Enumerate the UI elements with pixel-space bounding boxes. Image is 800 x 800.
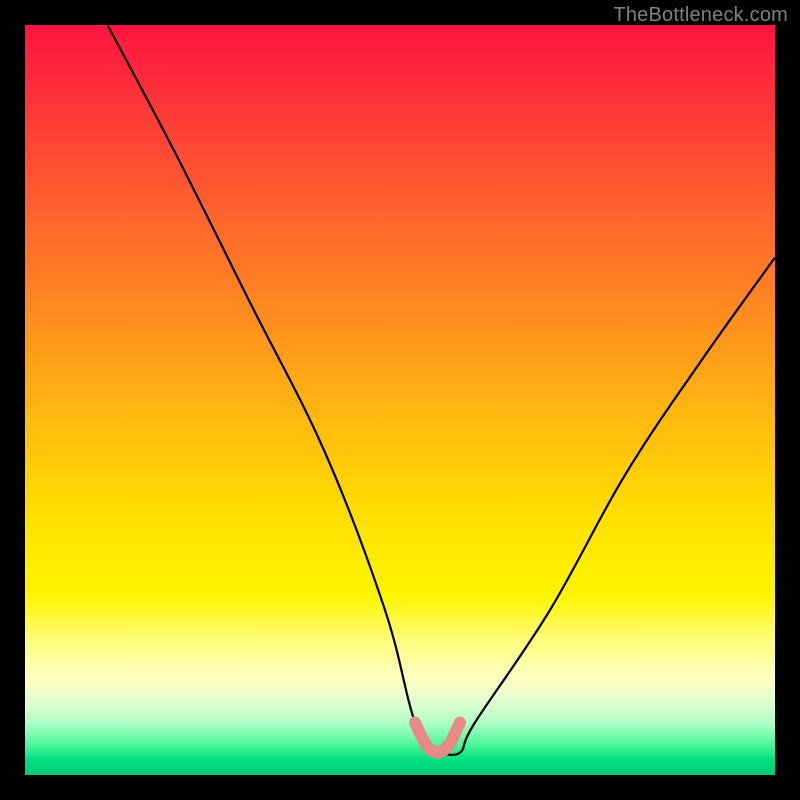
bottleneck-curve-right	[438, 258, 776, 755]
watermark-text: TheBottleneck.com	[613, 4, 788, 27]
chart-svg	[25, 25, 775, 775]
bottleneck-curve-left	[108, 25, 438, 753]
plot-area	[25, 25, 775, 775]
optimal-range-highlight	[415, 723, 460, 753]
